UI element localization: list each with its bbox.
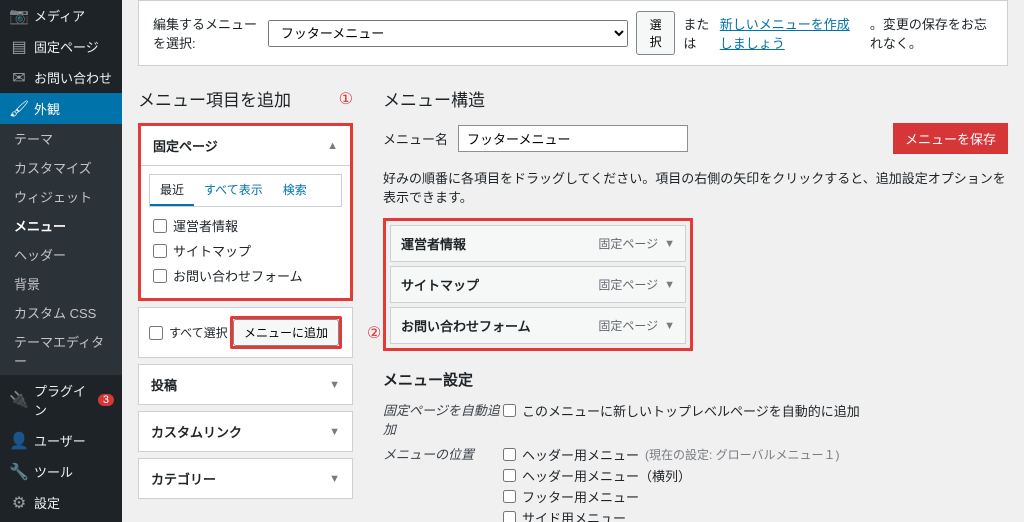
- menu-name-input[interactable]: [458, 125, 688, 152]
- sidebar-item-pages[interactable]: ▤ 固定ページ: [0, 31, 122, 62]
- menu-select[interactable]: フッターメニュー: [268, 20, 628, 47]
- add-items-heading: メニュー項目を追加 ①: [138, 86, 353, 111]
- select-button[interactable]: 選択: [636, 11, 676, 55]
- chevron-up-icon: ▲: [327, 140, 338, 152]
- sidebar-label: ユーザー: [34, 431, 86, 450]
- admin-sidebar: 📷 メディア ▤ 固定ページ ✉ お問い合わせ 🖌 外観 テーマ カスタマイズ …: [0, 0, 122, 522]
- sidebar-sub-customcss[interactable]: カスタム CSS: [0, 298, 122, 327]
- position-option[interactable]: サイド用メニュー: [503, 507, 1008, 522]
- select-menu-label: 編集するメニューを選択:: [153, 14, 260, 52]
- tail-text: 。変更の保存をお忘れなく。: [870, 14, 993, 52]
- plugin-icon: 🔌: [10, 391, 28, 409]
- select-all-row[interactable]: すべて選択: [149, 321, 228, 344]
- page-checkbox[interactable]: [153, 244, 167, 258]
- page-icon: ▤: [10, 38, 28, 56]
- posts-toggle[interactable]: 投稿▼: [139, 365, 352, 404]
- sidebar-sub-header[interactable]: ヘッダー: [0, 240, 122, 269]
- sidebar-item-tools[interactable]: 🔧 ツール: [0, 456, 122, 487]
- sidebar-label: メディア: [34, 6, 85, 25]
- tab-recent[interactable]: 最近: [150, 175, 194, 206]
- menu-item[interactable]: お問い合わせフォーム 固定ページ ▼: [390, 307, 686, 344]
- auto-add-checkbox-row[interactable]: このメニューに新しいトップレベルページを自動的に追加: [503, 400, 1008, 421]
- chevron-down-icon: ▼: [329, 426, 340, 438]
- sidebar-sub-theme-editor[interactable]: テーマエディター: [0, 327, 122, 375]
- update-badge: 3: [98, 394, 114, 406]
- page-checkbox[interactable]: [153, 269, 167, 283]
- sidebar-item-appearance[interactable]: 🖌 外観: [0, 93, 122, 124]
- wrench-icon: 🔧: [10, 463, 28, 481]
- sidebar-label: ツール: [34, 462, 73, 481]
- tab-search[interactable]: 検索: [273, 175, 317, 206]
- tab-all[interactable]: すべて表示: [194, 175, 273, 206]
- sidebar-sub-theme[interactable]: テーマ: [0, 124, 122, 153]
- custom-link-toggle[interactable]: カスタムリンク▼: [139, 412, 352, 451]
- sidebar-label: お問い合わせ: [34, 68, 112, 87]
- sidebar-label: 外観: [34, 99, 60, 118]
- menu-position-label: メニューの位置: [383, 444, 503, 463]
- sidebar-item-media[interactable]: 📷 メディア: [0, 0, 122, 31]
- chevron-down-icon: ▼: [329, 473, 340, 485]
- menu-settings-heading: メニュー設定: [383, 369, 1008, 390]
- select-all-checkbox[interactable]: [149, 326, 163, 340]
- menu-select-bar: 編集するメニューを選択: フッターメニュー 選択 または 新しいメニューを作成し…: [138, 0, 1008, 66]
- sidebar-sub-customize[interactable]: カスタマイズ: [0, 153, 122, 182]
- sidebar-item-contact[interactable]: ✉ お問い合わせ: [0, 62, 122, 93]
- position-option[interactable]: フッター用メニュー: [503, 486, 1008, 507]
- media-icon: 📷: [10, 7, 28, 25]
- position-options: ヘッダー用メニュー(現在の設定: グローバルメニュー１) ヘッダー用メニュー（横…: [503, 444, 1008, 522]
- sidebar-item-users[interactable]: 👤 ユーザー: [0, 425, 122, 456]
- save-menu-button[interactable]: メニューを保存: [893, 123, 1008, 154]
- brush-icon: 🖌: [10, 100, 28, 118]
- gear-icon: ⚙: [10, 494, 28, 512]
- categories-toggle[interactable]: カテゴリー▼: [139, 459, 352, 498]
- menu-item[interactable]: 運営者情報 固定ページ ▼: [390, 225, 686, 262]
- sidebar-label: プラグイン: [34, 381, 94, 419]
- auto-add-checkbox[interactable]: [503, 404, 516, 417]
- page-check-row[interactable]: お問い合わせフォーム: [153, 263, 338, 288]
- sidebar-sub-menus[interactable]: メニュー: [0, 211, 122, 240]
- page-checkbox[interactable]: [153, 219, 167, 233]
- envelope-icon: ✉: [10, 69, 28, 87]
- sidebar-label: 設定: [34, 493, 60, 512]
- menu-structure-heading: メニュー構造: [383, 86, 1008, 111]
- user-icon: 👤: [10, 432, 28, 450]
- page-check-row[interactable]: 運営者情報: [153, 213, 338, 238]
- chevron-down-icon[interactable]: ▼: [664, 320, 675, 332]
- create-new-menu-link[interactable]: 新しいメニューを作成しましょう: [720, 14, 862, 52]
- or-text: または: [683, 14, 711, 52]
- annotation-2: ②: [367, 323, 381, 343]
- add-to-menu-button[interactable]: メニューに追加: [233, 319, 339, 346]
- sidebar-item-plugins[interactable]: 🔌 プラグイン 3: [0, 375, 122, 425]
- page-check-row[interactable]: サイトマップ: [153, 238, 338, 263]
- sidebar-item-settings[interactable]: ⚙ 設定: [0, 487, 122, 518]
- chevron-down-icon[interactable]: ▼: [664, 238, 675, 250]
- menu-name-label: メニュー名: [383, 129, 448, 148]
- main-content: 編集するメニューを選択: フッターメニュー 選択 または 新しいメニューを作成し…: [122, 0, 1024, 522]
- position-option[interactable]: ヘッダー用メニュー(現在の設定: グローバルメニュー１): [503, 444, 1008, 465]
- sidebar-sub-background[interactable]: 背景: [0, 269, 122, 298]
- fixed-page-toggle[interactable]: 固定ページ ▲: [141, 126, 350, 166]
- fixed-page-panel: 固定ページ ▲ 最近 すべて表示 検索 運営者情報 サイトマップ お問い合わせフ…: [138, 123, 353, 301]
- drag-hint: 好みの順番に各項目をドラッグしてください。項目の右側の矢印をクリックすると、追加…: [383, 168, 1008, 206]
- position-option[interactable]: ヘッダー用メニュー（横列）: [503, 465, 1008, 486]
- chevron-down-icon[interactable]: ▼: [664, 279, 675, 291]
- annotation-1: ①: [339, 89, 353, 109]
- fixed-page-tabs: 最近 すべて表示 検索: [149, 174, 342, 207]
- auto-add-label: 固定ページを自動追加: [383, 400, 503, 438]
- chevron-down-icon: ▼: [329, 379, 340, 391]
- menu-item[interactable]: サイトマップ 固定ページ ▼: [390, 266, 686, 303]
- sidebar-sub-widgets[interactable]: ウィジェット: [0, 182, 122, 211]
- menu-items-list: 運営者情報 固定ページ ▼ サイトマップ 固定ページ ▼ お問い合わせフォーム …: [383, 218, 693, 351]
- sidebar-label: 固定ページ: [34, 37, 99, 56]
